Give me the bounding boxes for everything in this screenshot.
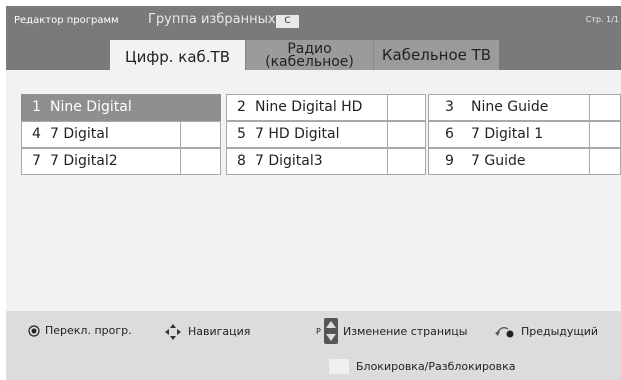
channel-item[interactable]: 3 Nine Guide bbox=[428, 94, 621, 121]
favorites-group-label: Группа избранных: bbox=[148, 12, 280, 27]
tab-label: Цифр. каб.ТВ bbox=[125, 48, 230, 66]
channel-number: 4 bbox=[32, 126, 41, 142]
tab-cable-tv[interactable]: Кабельное ТВ bbox=[373, 40, 499, 70]
channel-name: 7 Digital2 bbox=[50, 153, 118, 169]
channel-number: 7 bbox=[32, 153, 41, 169]
lock-column-divider bbox=[387, 95, 388, 120]
lock-column-divider bbox=[589, 122, 590, 147]
editor-title: Редактор программ bbox=[14, 15, 119, 26]
tab-label: Кабельное ТВ bbox=[381, 46, 492, 64]
lock-column-divider bbox=[387, 122, 388, 147]
four-way-arrows-icon bbox=[165, 324, 181, 340]
channel-number: 3 bbox=[445, 99, 454, 115]
channel-name: Nine Digital HD bbox=[255, 99, 363, 115]
channel-item[interactable]: 1 Nine Digital bbox=[21, 94, 221, 121]
lock-column-divider bbox=[589, 149, 590, 174]
page-key-label: P bbox=[316, 327, 321, 336]
channel-name: 7 Digital 1 bbox=[471, 126, 544, 142]
legend-toggle: Перекл. прогр. bbox=[45, 324, 132, 337]
page-up-down-icon bbox=[324, 318, 338, 344]
header-bar: Редактор программ Группа избранных: C Ст… bbox=[6, 6, 621, 72]
lock-column-divider bbox=[589, 95, 590, 120]
key-legend-bar: Перекл. прогр. Навигация P Изменение стр… bbox=[6, 311, 621, 380]
lock-column-divider bbox=[387, 149, 388, 174]
legend-previous: Предыдущий bbox=[521, 325, 599, 338]
channel-item[interactable]: 6 7 Digital 1 bbox=[428, 121, 621, 148]
lock-column-divider bbox=[180, 149, 181, 174]
channel-grid: 1 Nine Digital 4 7 Digital 7 7 Digital 2 … bbox=[21, 94, 621, 179]
channel-number: 6 bbox=[445, 126, 454, 142]
favorites-group-value[interactable]: C bbox=[276, 15, 299, 28]
channel-name: 7 Guide bbox=[471, 153, 526, 169]
ok-button-icon bbox=[28, 325, 40, 337]
channel-item[interactable]: 2 Nine Digital HD bbox=[226, 94, 426, 121]
channel-editor-screen: Редактор программ Группа избранных: C Ст… bbox=[6, 6, 621, 380]
channel-name: Nine Guide bbox=[471, 99, 549, 115]
lock-column-divider bbox=[180, 122, 181, 147]
channel-item[interactable]: 7 7 Digital2 bbox=[21, 148, 221, 175]
channel-name: 7 Digital bbox=[50, 126, 109, 142]
channel-number: 2 bbox=[237, 99, 246, 115]
channel-item[interactable]: 4 7 Digital bbox=[21, 121, 221, 148]
legend-lock: Блокировка/Разблокировка bbox=[356, 360, 516, 373]
tab-label: Радио (кабельное) bbox=[265, 41, 354, 70]
channel-name: 7 Digital3 bbox=[255, 153, 323, 169]
legend-navigation: Навигация bbox=[188, 325, 251, 338]
legend-page-change: Изменение страницы bbox=[343, 325, 468, 338]
back-arrow-icon bbox=[495, 327, 514, 338]
channel-number: 1 bbox=[32, 99, 41, 115]
channel-name: 7 HD Digital bbox=[255, 126, 340, 142]
channel-item[interactable]: 9 7 Guide bbox=[428, 148, 621, 175]
channel-number: 8 bbox=[237, 153, 246, 169]
lock-key-icon bbox=[329, 359, 349, 374]
tab-digital-cable-tv[interactable]: Цифр. каб.ТВ bbox=[110, 40, 245, 72]
channel-item[interactable]: 8 7 Digital3 bbox=[226, 148, 426, 175]
channel-number: 5 bbox=[237, 126, 246, 142]
channel-item[interactable]: 5 7 HD Digital bbox=[226, 121, 426, 148]
page-indicator: Стр. 1/1 bbox=[585, 15, 619, 24]
channel-number: 9 bbox=[445, 153, 454, 169]
channel-name: Nine Digital bbox=[50, 99, 132, 115]
tab-cable-radio[interactable]: Радио (кабельное) bbox=[245, 40, 373, 70]
